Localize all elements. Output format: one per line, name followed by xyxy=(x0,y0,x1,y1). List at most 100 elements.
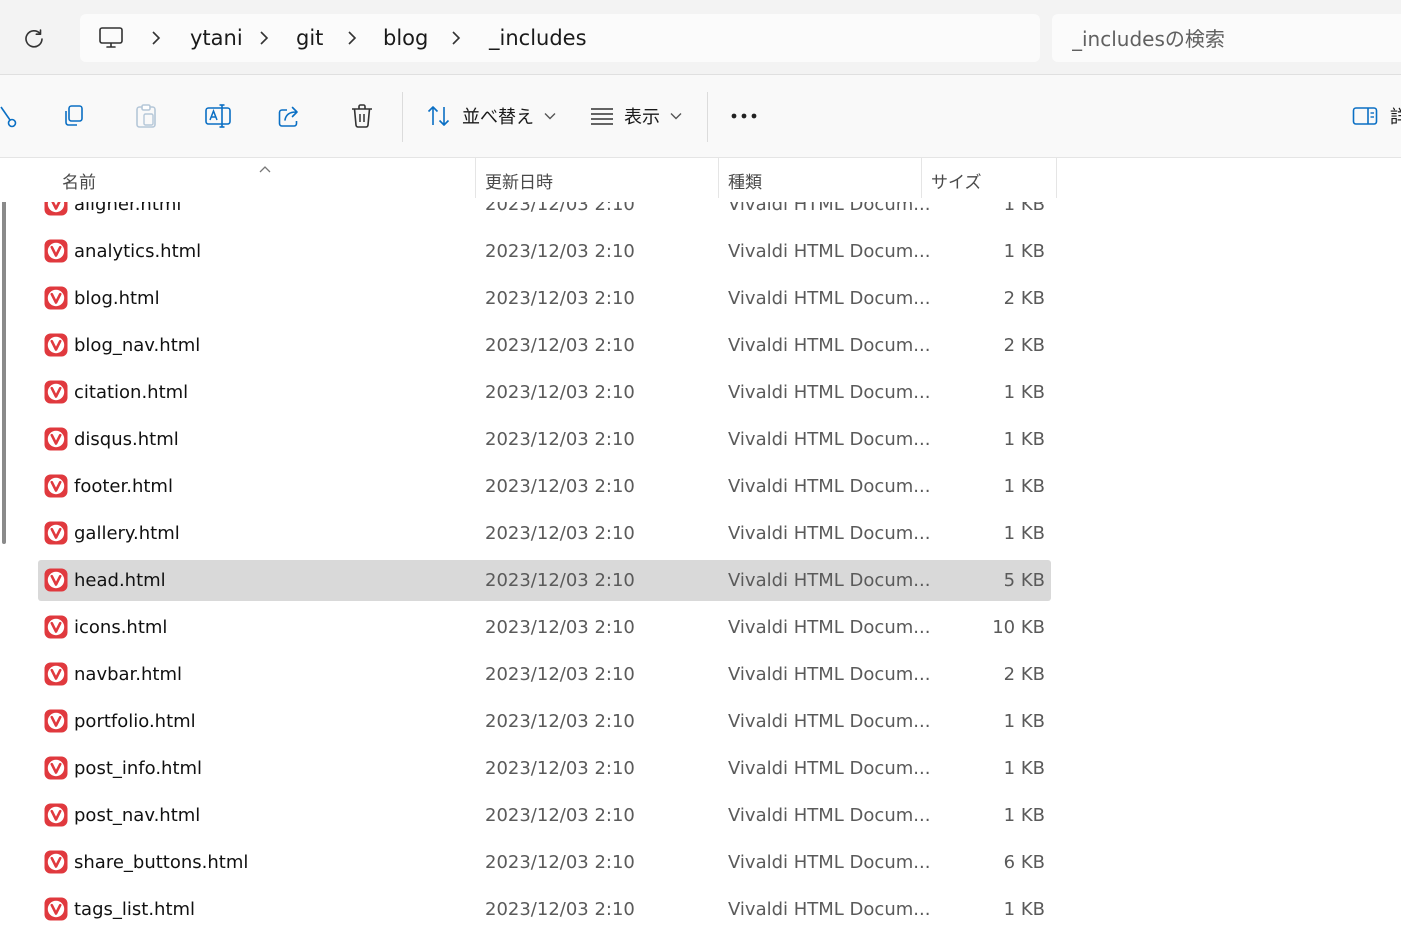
file-row[interactable]: blog_nav.html 2023/12/03 2:10 Vivaldi HTML… xyxy=(38,325,1051,366)
copy-button[interactable] xyxy=(56,96,92,136)
rename-button[interactable] xyxy=(200,96,236,136)
search-box[interactable] xyxy=(1052,14,1401,64)
file-name: post_nav.html xyxy=(74,805,201,826)
column-divider[interactable] xyxy=(1056,158,1057,198)
column-header-name[interactable]: 名前 xyxy=(62,168,96,193)
details-pane-icon xyxy=(1352,107,1378,125)
vivaldi-file-icon xyxy=(44,568,68,592)
computer-icon xyxy=(99,27,123,48)
address-bar-region: ytani git blog _includes xyxy=(0,0,1401,75)
paste-button[interactable] xyxy=(128,96,164,136)
file-row[interactable]: analytics.html 2023/12/03 2:10 Vivaldi HTM… xyxy=(38,231,1051,272)
vivaldi-file-icon xyxy=(44,286,68,310)
column-header-row: 名前 更新日時 種類 サイズ xyxy=(0,158,1401,202)
column-divider[interactable] xyxy=(718,158,719,198)
file-list: 名前 更新日時 種類 サイズ aligner.html 2023/12/03 2:… xyxy=(0,158,1401,926)
file-size: 1 KB xyxy=(1003,711,1045,732)
file-type: Vivaldi HTML Docum... xyxy=(728,664,931,685)
chevron-right-icon xyxy=(152,31,161,45)
breadcrumb-separator[interactable] xyxy=(342,14,362,62)
file-size: 2 KB xyxy=(1003,335,1045,356)
sort-label: 並べ替え xyxy=(462,107,534,128)
view-button[interactable]: 表示 xyxy=(590,96,682,136)
file-row[interactable]: icons.html 2023/12/03 2:10 Vivaldi HTML Do… xyxy=(38,607,1051,648)
address-box[interactable]: ytani git blog _includes xyxy=(80,14,1040,62)
file-modified: 2023/12/03 2:10 xyxy=(485,711,635,732)
vivaldi-file-icon xyxy=(44,662,68,686)
file-size: 6 KB xyxy=(1003,852,1045,873)
file-row[interactable]: head.html 2023/12/03 2:10 Vivaldi HTML Doc… xyxy=(38,560,1051,601)
file-name: gallery.html xyxy=(74,523,180,544)
file-name: analytics.html xyxy=(74,241,202,262)
file-row[interactable]: tags_list.html 2023/12/03 2:10 Vivaldi HTM… xyxy=(38,889,1051,926)
file-modified: 2023/12/03 2:10 xyxy=(485,664,635,685)
column-divider[interactable] xyxy=(475,158,476,198)
file-type: Vivaldi HTML Docum... xyxy=(728,335,931,356)
file-modified: 2023/12/03 2:10 xyxy=(485,523,635,544)
file-modified: 2023/12/03 2:10 xyxy=(485,852,635,873)
file-type: Vivaldi HTML Docum... xyxy=(728,617,931,638)
chevron-right-icon xyxy=(452,31,461,45)
file-name: blog_nav.html xyxy=(74,335,201,356)
file-size: 1 KB xyxy=(1003,523,1045,544)
breadcrumb-separator[interactable] xyxy=(446,14,466,62)
cut-button[interactable] xyxy=(0,96,26,136)
file-modified: 2023/12/03 2:10 xyxy=(485,899,635,920)
share-button[interactable] xyxy=(272,96,308,136)
file-name: share_buttons.html xyxy=(74,852,249,873)
file-type: Vivaldi HTML Docum... xyxy=(728,805,931,826)
vivaldi-file-icon xyxy=(44,474,68,498)
file-size: 1 KB xyxy=(1003,429,1045,450)
breadcrumb-item[interactable]: git xyxy=(296,14,323,62)
vivaldi-file-icon xyxy=(44,521,68,545)
vivaldi-file-icon xyxy=(44,239,68,263)
sort-ascending-indicator xyxy=(258,158,272,177)
search-input[interactable] xyxy=(1052,14,1401,64)
file-type: Vivaldi HTML Docum... xyxy=(728,241,931,262)
file-row[interactable]: disqus.html 2023/12/03 2:10 Vivaldi HTML D… xyxy=(38,419,1051,460)
file-row[interactable]: gallery.html 2023/12/03 2:10 Vivaldi HTML … xyxy=(38,513,1051,554)
file-row[interactable]: citation.html 2023/12/03 2:10 Vivaldi HTML… xyxy=(38,372,1051,413)
column-header-modified[interactable]: 更新日時 xyxy=(485,168,553,193)
vivaldi-file-icon xyxy=(44,333,68,357)
delete-button[interactable] xyxy=(344,96,380,136)
vivaldi-file-icon xyxy=(44,756,68,780)
toolbar-divider xyxy=(402,92,403,142)
file-row[interactable]: footer.html 2023/12/03 2:10 Vivaldi HTML D… xyxy=(38,466,1051,507)
file-row[interactable]: navbar.html 2023/12/03 2:10 Vivaldi HTML D… xyxy=(38,654,1051,695)
file-name: portfolio.html xyxy=(74,711,196,732)
file-size: 5 KB xyxy=(1003,570,1045,591)
breadcrumb-separator[interactable] xyxy=(254,14,274,62)
sort-button[interactable]: 並べ替え xyxy=(426,96,556,136)
share-icon xyxy=(278,106,298,127)
file-modified: 2023/12/03 2:10 xyxy=(485,476,635,497)
more-icon xyxy=(731,113,757,119)
vivaldi-file-icon xyxy=(44,709,68,733)
scissors-icon xyxy=(0,106,17,128)
details-pane-button[interactable]: 詳 xyxy=(1352,96,1401,136)
file-row[interactable]: post_nav.html 2023/12/03 2:10 Vivaldi HTML… xyxy=(38,795,1051,836)
sort-icon xyxy=(427,106,450,126)
breadcrumb-item[interactable]: blog xyxy=(383,14,428,62)
column-divider[interactable] xyxy=(921,158,922,198)
breadcrumb-current[interactable]: _includes xyxy=(489,14,587,62)
this-pc-button[interactable] xyxy=(96,14,126,62)
vivaldi-file-icon xyxy=(44,380,68,404)
vivaldi-file-icon xyxy=(44,615,68,639)
breadcrumb-separator[interactable] xyxy=(146,14,166,62)
refresh-button[interactable] xyxy=(14,20,54,58)
file-row[interactable]: blog.html 2023/12/03 2:10 Vivaldi HTML Doc… xyxy=(38,278,1051,319)
vertical-scrollbar[interactable] xyxy=(2,184,6,544)
file-modified: 2023/12/03 2:10 xyxy=(485,288,635,309)
file-row[interactable]: share_buttons.html 2023/12/03 2:10 Vivaldi… xyxy=(38,842,1051,883)
more-options-button[interactable] xyxy=(724,96,764,136)
breadcrumb-item[interactable]: ytani xyxy=(190,14,243,62)
vivaldi-file-icon xyxy=(44,427,68,451)
column-header-type[interactable]: 種類 xyxy=(728,168,762,193)
column-header-size[interactable]: サイズ xyxy=(931,168,982,193)
file-explorer-window: ytani git blog _includes _includesの検索 並べ… xyxy=(0,0,1401,926)
chevron-down-icon xyxy=(544,113,556,120)
file-row[interactable]: portfolio.html 2023/12/03 2:10 Vivaldi HTM… xyxy=(38,701,1051,742)
view-label: 表示 xyxy=(624,107,660,128)
file-row[interactable]: post_info.html 2023/12/03 2:10 Vivaldi HTM… xyxy=(38,748,1051,789)
